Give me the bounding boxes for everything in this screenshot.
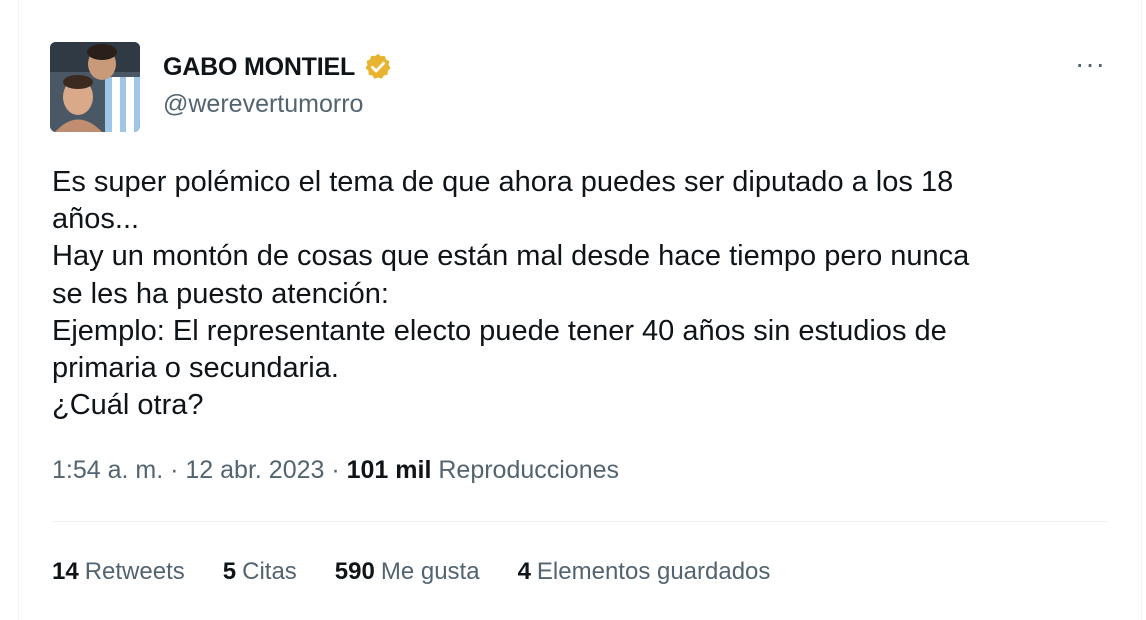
- separator: ·: [324, 456, 347, 484]
- divider: [52, 521, 1108, 522]
- tweet-line: primaria o secundaria.: [52, 352, 339, 385]
- tweet-line: se les ha puesto atención:: [52, 277, 389, 310]
- tweet-line: Ejemplo: El representante electo puede t…: [52, 314, 947, 347]
- avatar[interactable]: [50, 42, 140, 132]
- stat-label: Retweets: [84, 558, 185, 585]
- stat-retweets[interactable]: 14 Retweets: [52, 558, 185, 586]
- stat-count: 590: [334, 558, 375, 585]
- tweet-line: ¿Cuál otra?: [52, 389, 204, 422]
- separator: ·: [163, 456, 186, 484]
- verified-badge-icon: [363, 52, 393, 82]
- stat-count: 14: [52, 558, 79, 585]
- stat-count: 4: [517, 558, 531, 585]
- tweet-date[interactable]: 12 abr. 2023: [185, 456, 324, 484]
- stat-count: 5: [222, 558, 237, 585]
- stat-likes[interactable]: 590 Me gusta: [335, 558, 480, 586]
- tweet-meta: 1:54 a. m. · 12 abr. 2023 · 101 mil Repr…: [52, 456, 619, 485]
- engagement-stats: 14 Retweets 5 Citas 590 Me gusta 4 Elementos…: [52, 558, 808, 586]
- stat-label: Citas: [242, 558, 297, 585]
- tweet-line: años...: [52, 203, 140, 236]
- views-label: Reproducciones: [438, 456, 620, 484]
- stat-quotes[interactable]: 5 Citas: [223, 558, 297, 586]
- stat-label: Elementos guardados: [536, 558, 771, 585]
- tweet-line: Hay un montón de cosas que están mal des…: [52, 240, 970, 273]
- author-row: GABO MONTIEL: [163, 52, 393, 82]
- stat-label: Me gusta: [380, 558, 480, 585]
- tweet-time[interactable]: 1:54 a. m.: [52, 456, 163, 484]
- stat-bookmarks[interactable]: 4 Elementos guardados: [518, 558, 771, 586]
- views-count: 101 mil: [346, 456, 432, 484]
- author-name[interactable]: GABO MONTIEL: [163, 53, 355, 82]
- more-options-icon[interactable]: ···: [1075, 50, 1106, 78]
- tweet-line: Es super polémico el tema de que ahora p…: [52, 166, 954, 198]
- author-handle[interactable]: @werevertumorro: [163, 90, 363, 119]
- tweet-text: Es super polémico el tema de que ahora p…: [52, 164, 1102, 424]
